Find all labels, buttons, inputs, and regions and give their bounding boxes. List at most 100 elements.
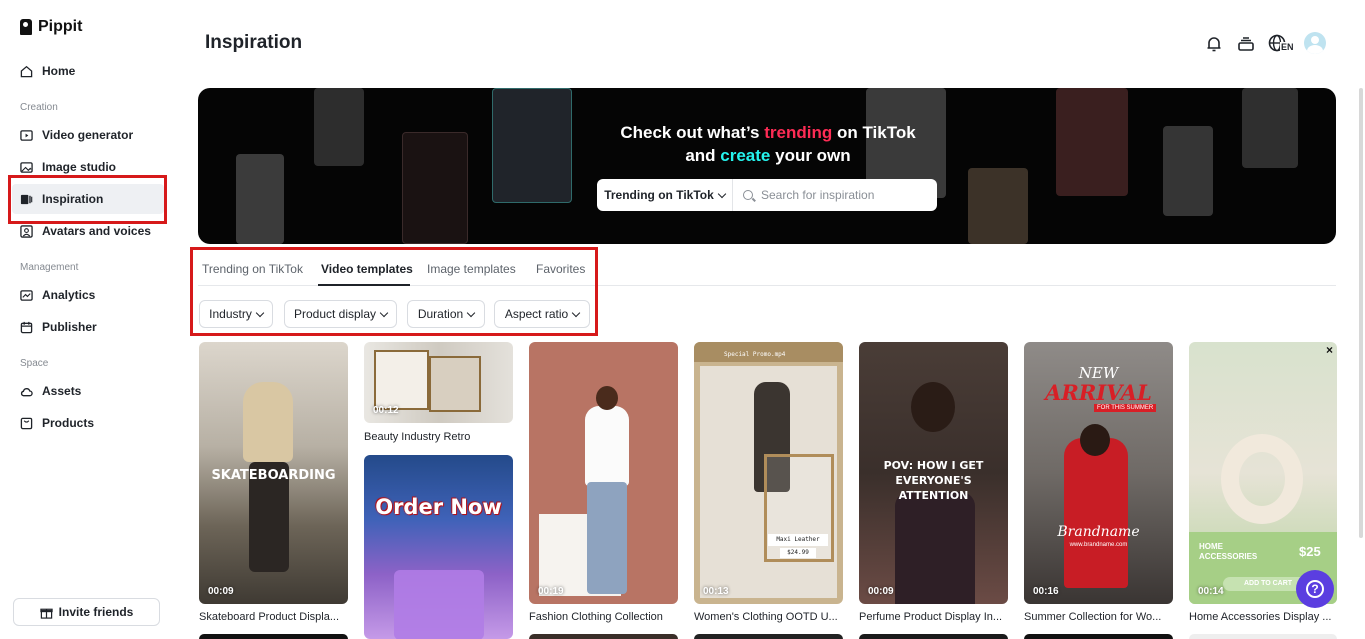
template-card-fashion-clothing[interactable]: 00:19 xyxy=(529,342,678,604)
card-title[interactable]: Beauty Industry Retro xyxy=(364,431,514,443)
card-duration: 00:19 xyxy=(538,586,564,597)
tab-favorites[interactable]: Favorites xyxy=(536,262,585,276)
sidebar-item-video-generator[interactable]: Video generator xyxy=(12,120,164,150)
card-brand: Brandname xyxy=(1057,524,1140,540)
card-title[interactable]: Skateboard Product Displa... xyxy=(199,611,349,623)
card-title[interactable]: Women's Clothing OOTD U... xyxy=(694,611,844,623)
card-duration: 00:09 xyxy=(868,586,894,597)
card-overlay-text: Order Now xyxy=(375,495,502,519)
template-card-beauty-retro[interactable]: 00:12 xyxy=(364,342,513,423)
card-duration: 00:12 xyxy=(373,405,399,416)
help-button[interactable]: ? xyxy=(1296,570,1334,608)
sidebar-item-avatars-and-voices[interactable]: Avatars and voices xyxy=(12,216,164,246)
card-title[interactable]: Fashion Clothing Collection xyxy=(529,611,679,623)
image-studio-icon xyxy=(20,161,33,173)
tab-video-templates[interactable]: Video templates xyxy=(321,262,413,276)
card-figure xyxy=(911,382,955,432)
sidebar-item-inspiration[interactable]: Inspiration xyxy=(12,184,164,214)
card-figure xyxy=(585,406,629,486)
card-overlay-text: POV: HOW I GET EVERYONE'S ATTENTION xyxy=(883,459,984,502)
tab-image-templates[interactable]: Image templates xyxy=(427,262,516,276)
card-duration: 00:09 xyxy=(208,586,234,597)
template-card-perfume[interactable]: POV: HOW I GET EVERYONE'S ATTENTION 00:0… xyxy=(859,342,1008,604)
search-bar: Trending on TikTok xyxy=(597,179,937,211)
template-card-summer-collection[interactable]: NEW ARRIVAL FOR THIS SUMMER Brandname ww… xyxy=(1024,342,1173,604)
banner-line-1: Check out what’s trending on TikTok xyxy=(598,121,938,144)
template-card-skateboard[interactable]: SKATEBOARDING 00:09 xyxy=(199,342,348,604)
help-icon: ? xyxy=(1306,580,1324,598)
card-figure xyxy=(243,382,293,462)
template-card-peek[interactable] xyxy=(199,634,348,639)
filter-label: Aspect ratio xyxy=(504,307,569,321)
template-tabs: Trending on TikTok Video templates Image… xyxy=(198,256,1336,286)
template-card-peek[interactable] xyxy=(1024,634,1173,639)
banner-headline: Check out what’s trending on TikTok and … xyxy=(598,121,938,167)
filter-industry[interactable]: Industry xyxy=(199,300,273,328)
search-type-dropdown[interactable]: Trending on TikTok xyxy=(597,179,733,211)
language-label: EN xyxy=(1280,42,1295,52)
card-duration: 00:16 xyxy=(1033,586,1059,597)
tab-trending-on-tiktok[interactable]: Trending on TikTok xyxy=(202,262,303,276)
chevron-down-icon xyxy=(466,308,476,317)
card-title[interactable]: Home Accessories Display ... xyxy=(1189,611,1337,623)
invite-friends-button[interactable]: Invite friends xyxy=(13,598,160,626)
active-tab-indicator xyxy=(318,284,410,286)
analytics-icon xyxy=(20,289,33,301)
bell-icon[interactable] xyxy=(1205,35,1223,53)
template-card-peek[interactable] xyxy=(694,634,843,639)
filter-aspect-ratio[interactable]: Aspect ratio xyxy=(494,300,590,328)
sidebar-item-label: Inspiration xyxy=(42,192,104,206)
section-space: Space xyxy=(20,358,49,369)
template-card-womens-ootd[interactable]: Special Promo.mp4 Maxi Leather Skirt $24… xyxy=(694,342,843,604)
sidebar-item-analytics[interactable]: Analytics xyxy=(12,280,164,310)
banner-thumb xyxy=(402,132,468,244)
template-card-peek[interactable] xyxy=(529,634,678,639)
card-figure xyxy=(587,482,627,594)
close-icon[interactable]: × xyxy=(1326,343,1333,357)
banner-thumb xyxy=(236,154,284,244)
template-card-order-now[interactable]: Order Now xyxy=(364,455,513,639)
invite-friends-label: Invite friends xyxy=(58,605,134,619)
card-title[interactable]: Perfume Product Display In... xyxy=(859,611,1009,623)
sidebar-item-assets[interactable]: Assets xyxy=(12,376,164,406)
card-duration: 00:14 xyxy=(1198,586,1224,597)
cloud-icon xyxy=(20,387,33,396)
search-input[interactable] xyxy=(753,179,937,211)
banner-thumb xyxy=(492,88,572,203)
sidebar-item-label: Avatars and voices xyxy=(42,224,151,238)
filter-product-display[interactable]: Product display xyxy=(284,300,397,328)
card-figure xyxy=(1064,438,1128,588)
language-switcher[interactable]: EN xyxy=(1268,34,1295,54)
calendar-icon xyxy=(20,321,33,333)
sidebar-item-label: Video generator xyxy=(42,128,134,142)
banner-thumb xyxy=(314,88,364,166)
search-icon xyxy=(743,190,753,200)
logo[interactable]: Pippit xyxy=(20,18,82,36)
card-overlay-arrival: ARRIVAL xyxy=(1045,380,1152,405)
section-management: Management xyxy=(20,262,79,273)
sidebar-item-label: Publisher xyxy=(42,320,97,334)
sidebar-item-home[interactable]: Home xyxy=(12,56,164,86)
template-card-peek[interactable] xyxy=(1189,634,1337,639)
app-root: Pippit Home Creation Video generator Ima… xyxy=(0,0,1365,639)
banner-text: your own xyxy=(770,146,851,165)
sidebar-item-products[interactable]: Products xyxy=(12,408,164,438)
card-price: $24.99 xyxy=(780,548,816,558)
sidebar-item-image-studio[interactable]: Image studio xyxy=(12,152,164,182)
hero-banner: Check out what’s trending on TikTok and … xyxy=(198,88,1336,244)
card-file-name: Special Promo.mp4 xyxy=(724,351,786,358)
filter-duration[interactable]: Duration xyxy=(407,300,485,328)
template-card-home-accessories[interactable]: HOME ACCESSORIES $25 ADD TO CART 00:14 xyxy=(1189,342,1337,604)
layers-icon[interactable] xyxy=(1237,35,1255,53)
card-title[interactable]: Summer Collection for Wo... xyxy=(1024,611,1174,623)
sidebar-item-publisher[interactable]: Publisher xyxy=(12,312,164,342)
avatar[interactable] xyxy=(1304,32,1326,54)
scrollbar[interactable] xyxy=(1359,88,1363,538)
filter-label: Product display xyxy=(293,307,377,321)
filter-label: Duration xyxy=(417,307,464,321)
section-creation: Creation xyxy=(20,102,58,113)
card-frame xyxy=(429,356,481,412)
banner-highlight-create: create xyxy=(720,146,771,165)
template-card-peek[interactable] xyxy=(859,634,1008,639)
sidebar-item-label: Products xyxy=(42,416,95,430)
